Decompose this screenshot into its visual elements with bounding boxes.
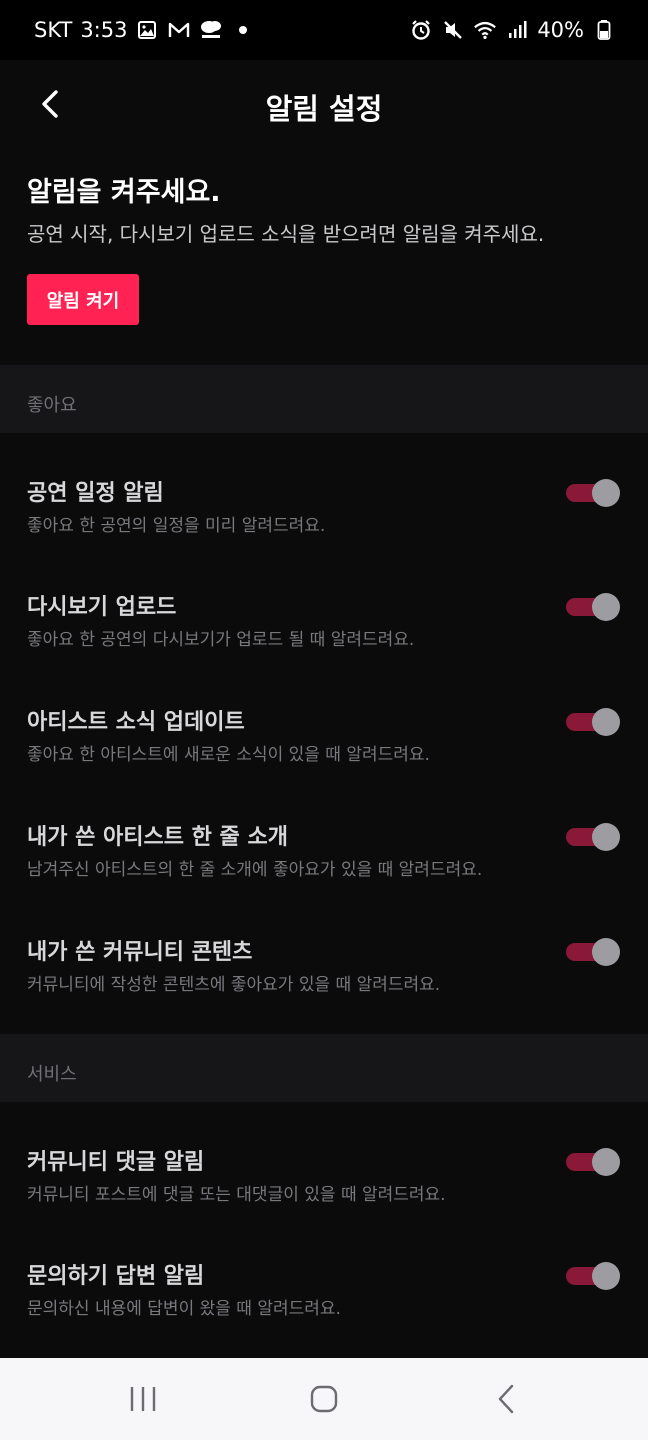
setting-title: 내가 쓴 아티스트 한 줄 소개 <box>27 825 288 850</box>
toggle-switch[interactable] <box>566 821 622 851</box>
toggle-thumb <box>592 1262 620 1290</box>
status-bar-left: SKT 3:53 <box>34 18 255 42</box>
toggle-thumb <box>592 708 620 736</box>
setting-title: 내가 쓴 커뮤니티 콘텐츠 <box>27 940 253 965</box>
setting-title: 문의하기 답변 알림 <box>27 1264 205 1289</box>
status-bar: SKT 3:53 40% <box>0 0 648 60</box>
app-header: 알림 설정 <box>0 60 648 148</box>
mail-icon <box>167 18 191 42</box>
system-back-button[interactable] <box>484 1380 528 1418</box>
toggle-thumb <box>592 938 620 966</box>
setting-row-artist-news: 아티스트 소식 업데이트 좋아요 한 아티스트에 새로운 소식이 있을 때 알려… <box>0 704 648 819</box>
setting-row-inquiry-answer: 문의하기 답변 알림 문의하신 내용에 답변이 왔을 때 알려드려요. <box>0 1258 648 1373</box>
setting-description: 좋아요 한 공연의 일정을 미리 알려드려요. <box>27 516 326 536</box>
section-header-likes: 좋아요 <box>0 365 648 433</box>
toggle-thumb <box>592 479 620 507</box>
setting-row-community-comment: 커뮤니티 댓글 알림 커뮤니티 포스트에 댓글 또는 대댓글이 있을 때 알려드… <box>0 1144 648 1259</box>
setting-description: 커뮤니티에 작성한 콘텐츠에 좋아요가 있을 때 알려드려요. <box>27 975 441 995</box>
setting-row-replay-upload: 다시보기 업로드 좋아요 한 공연의 다시보기가 업로드 될 때 알려드려요. <box>0 589 648 704</box>
page-title: 알림 설정 <box>265 92 383 126</box>
setting-description: 좋아요 한 아티스트에 새로운 소식이 있을 때 알려드려요. <box>27 745 430 765</box>
section-header-service: 서비스 <box>0 1034 648 1102</box>
toggle-switch[interactable] <box>566 477 622 507</box>
battery-percent: 40% <box>537 18 584 42</box>
setting-description: 문의하신 내용에 답변이 왔을 때 알려드려요. <box>27 1299 341 1319</box>
toggle-switch[interactable] <box>566 591 622 621</box>
setting-row-artist-one-liner: 내가 쓴 아티스트 한 줄 소개 남겨주신 아티스트의 한 줄 소개에 좋아요가… <box>0 819 648 934</box>
status-bar-right: 40% <box>409 18 616 42</box>
setting-title: 아티스트 소식 업데이트 <box>27 710 245 735</box>
toggle-thumb <box>592 1148 620 1176</box>
mute-icon <box>441 18 465 42</box>
signal-icon <box>505 18 529 42</box>
toggle-switch[interactable] <box>566 936 622 966</box>
setting-title: 커뮤니티 댓글 알림 <box>27 1150 205 1175</box>
toggle-switch[interactable] <box>566 1260 622 1290</box>
section-label: 서비스 <box>27 1064 77 1085</box>
chat-icon <box>199 18 223 42</box>
section-label: 좋아요 <box>27 395 77 416</box>
wifi-icon <box>473 18 497 42</box>
setting-row-performance-schedule: 공연 일정 알림 좋아요 한 공연의 일정을 미리 알려드려요. <box>0 475 648 590</box>
home-icon <box>310 1385 338 1413</box>
back-icon <box>498 1384 514 1414</box>
toggle-switch[interactable] <box>566 1146 622 1176</box>
battery-icon <box>592 18 616 42</box>
system-navigation-bar <box>0 1358 648 1440</box>
enable-notifications-button[interactable]: 알림 켜기 <box>27 274 139 325</box>
alarm-icon <box>409 18 433 42</box>
home-button[interactable] <box>302 1380 346 1418</box>
setting-description: 커뮤니티 포스트에 댓글 또는 대댓글이 있을 때 알려드려요. <box>27 1185 446 1205</box>
setting-description: 좋아요 한 공연의 다시보기가 업로드 될 때 알려드려요. <box>27 630 415 650</box>
toggle-thumb <box>592 593 620 621</box>
setting-title: 공연 일정 알림 <box>27 481 164 506</box>
recent-apps-button[interactable] <box>121 1380 165 1418</box>
recent-apps-icon <box>130 1387 156 1411</box>
carrier-label: SKT <box>34 18 73 42</box>
notice-description: 공연 시작, 다시보기 업로드 소식을 받으려면 알림을 켜주세요. <box>27 222 545 246</box>
setting-description: 남겨주신 아티스트의 한 줄 소개에 좋아요가 있을 때 알려드려요. <box>27 860 483 880</box>
notice-title: 알림을 켜주세요. <box>27 177 221 208</box>
clock: 3:53 <box>80 18 128 42</box>
notification-dot-icon <box>231 18 255 42</box>
setting-title: 다시보기 업로드 <box>27 595 177 620</box>
toggle-thumb <box>592 823 620 851</box>
gallery-icon <box>135 18 159 42</box>
notification-permission-banner: 알림을 켜주세요. 공연 시작, 다시보기 업로드 소식을 받으려면 알림을 켜… <box>0 148 648 365</box>
setting-row-community-content: 내가 쓴 커뮤니티 콘텐츠 커뮤니티에 작성한 콘텐츠에 좋아요가 있을 때 알… <box>0 934 648 1049</box>
toggle-switch[interactable] <box>566 706 622 736</box>
